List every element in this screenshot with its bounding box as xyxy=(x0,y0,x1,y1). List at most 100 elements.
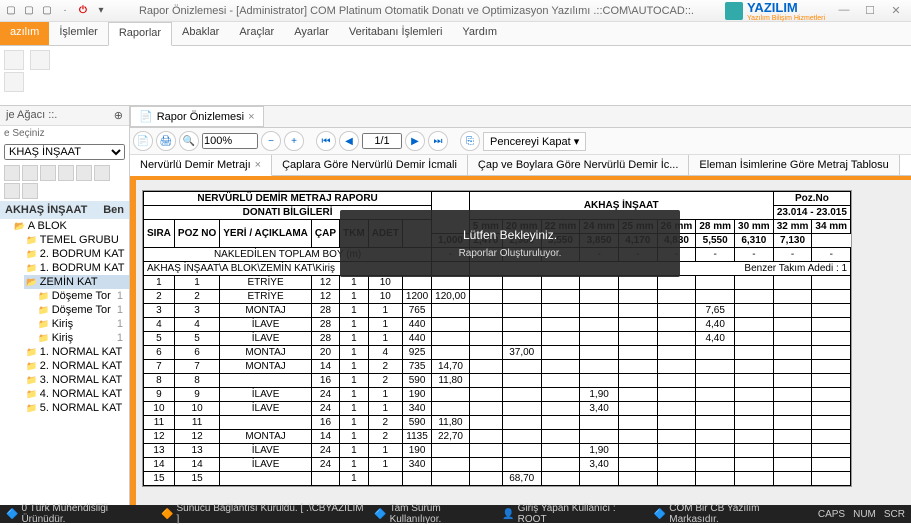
title-bar: ▢ ▢ ▢ · ⏻ ▾ Rapor Önizlemesi - [Administ… xyxy=(0,0,911,22)
prev-page-button[interactable]: ◀ xyxy=(339,131,359,151)
ribbon-tab[interactable]: Raporlar xyxy=(108,22,172,46)
report-subtab[interactable]: Nervürlü Demir Metrajı× xyxy=(130,155,272,176)
loading-text: Lütfen Bekleyiniz. xyxy=(352,228,668,242)
ribbon-tab[interactable]: Veritabanı İşlemleri xyxy=(339,22,453,45)
tool-icon[interactable] xyxy=(22,165,38,181)
report-subtabs: Nervürlü Demir Metrajı×Çaplara Göre Nerv… xyxy=(130,155,911,176)
window-title: Rapor Önizlemesi - [Administrator] COM P… xyxy=(108,5,725,17)
select-label: e Seçiniz xyxy=(0,126,129,141)
subtab-close-icon[interactable]: × xyxy=(255,159,261,171)
logo-text: YAZILIM xyxy=(747,0,798,15)
panel-header: je Ağacı ::. ⊕ xyxy=(0,106,129,126)
zoom-in-button[interactable]: + xyxy=(284,131,304,151)
logo-subtext: Yazılım Bilişim Hizmetleri xyxy=(747,15,825,22)
status-item: 🔷 COM Bir CB Yazılım Markasıdır. xyxy=(654,503,808,525)
tool-icon[interactable] xyxy=(4,165,20,181)
export-button[interactable]: ⎘ xyxy=(460,131,480,151)
caps-indicator: CAPS xyxy=(818,509,845,520)
qat-icon[interactable]: ▢ xyxy=(40,4,54,18)
tree-item[interactable]: TEMEL GRUBU xyxy=(24,233,129,247)
nav-button[interactable]: 🖨 xyxy=(156,131,176,151)
report-subtab[interactable]: Çaplara Göre Nervürlü Demir İcmali xyxy=(272,155,468,175)
qat-icon[interactable]: ▢ xyxy=(22,4,36,18)
tree-item[interactable]: Döşeme Tor1 xyxy=(36,289,129,303)
tool-icon[interactable] xyxy=(22,183,38,199)
project-select[interactable]: KHAŞ İNŞAAT xyxy=(4,144,125,160)
loading-subtext: Raporlar Oluşturuluyor. xyxy=(352,248,668,259)
status-bar: 🔷 0 Türk Mühendisliği Ürünüdür. 🔶 Sunucu… xyxy=(0,505,911,523)
left-panel: je Ağacı ::. ⊕ e Seçiniz KHAŞ İNŞAAT AKH… xyxy=(0,106,130,505)
close-window-button[interactable]: Pencereyi Kapat ▾ xyxy=(483,132,586,151)
document-tabs: 📄 Rapor Önizlemesi × xyxy=(130,106,911,128)
ribbon-tab[interactable]: Yardım xyxy=(452,22,507,45)
zoom-out-button[interactable]: − xyxy=(261,131,281,151)
tree-header-text: AKHAŞ İNŞAAT xyxy=(5,204,87,216)
minimize-button[interactable]: — xyxy=(833,4,855,17)
status-item: 🔷 Tam Sürüm Kullanılıyor. xyxy=(374,503,492,525)
status-item: 👤 Giriş Yapan Kullanıcı : ROOT xyxy=(502,503,644,525)
status-item: 🔷 0 Türk Mühendisliği Ürünüdür. xyxy=(6,503,151,525)
qat-sep: · xyxy=(58,4,72,18)
scr-indicator: SCR xyxy=(884,509,905,520)
tree-header-button[interactable]: Ben xyxy=(103,204,124,216)
tab-label: Rapor Önizlemesi xyxy=(157,111,244,123)
qat-icon[interactable]: ▢ xyxy=(4,4,18,18)
power-icon[interactable]: ⏻ xyxy=(76,4,90,18)
tree-item[interactable]: Kiriş1 xyxy=(36,317,129,331)
viewer-toolbar: 📄 🖨 🔍 − + ⏮ ◀ ▶ ⏭ ⎘ Pencereyi Kapat ▾ xyxy=(130,128,911,155)
document-tab[interactable]: 📄 Rapor Önizlemesi × xyxy=(130,106,264,127)
brand-logo: YAZILIM Yazılım Bilişim Hizmetleri xyxy=(725,0,825,22)
report-subtab[interactable]: Çap ve Boylara Göre Nervürlü Demir İc... xyxy=(468,155,690,175)
ribbon-tab[interactable]: Abaklar xyxy=(172,22,229,45)
tool-icon[interactable] xyxy=(94,165,110,181)
panel-pin-icon[interactable]: ⊕ xyxy=(114,109,123,122)
tool-icon[interactable] xyxy=(4,183,20,199)
ribbon-button[interactable] xyxy=(4,72,24,92)
close-button[interactable]: ✕ xyxy=(885,4,907,17)
page-input[interactable] xyxy=(362,133,402,149)
loading-overlay: Lütfen Bekleyiniz. Raporlar Oluşturuluyo… xyxy=(340,210,680,277)
project-tree[interactable]: A BLOKTEMEL GRUBU2. BODRUM KAT1. BODRUM … xyxy=(0,219,129,505)
nav-button[interactable]: 📄 xyxy=(133,131,153,151)
tool-icon[interactable] xyxy=(58,165,74,181)
logo-mark-icon xyxy=(725,2,743,20)
ribbon-body xyxy=(0,46,911,106)
ribbon-button[interactable] xyxy=(4,50,24,70)
tree-header: AKHAŞ İNŞAAT Ben xyxy=(0,201,129,219)
tree-item[interactable]: 1. BODRUM KAT xyxy=(24,261,129,275)
maximize-button[interactable]: ☐ xyxy=(859,4,881,17)
tree-item[interactable]: Döşeme Tor1 xyxy=(36,303,129,317)
tree-item[interactable]: 2. BODRUM KAT xyxy=(24,247,129,261)
ribbon-tab[interactable]: azılım xyxy=(0,22,49,45)
ribbon-tab[interactable]: Araçlar xyxy=(229,22,284,45)
zoom-input[interactable] xyxy=(202,133,258,149)
report-subtab[interactable]: Eleman İsimlerine Göre Metraj Tablosu xyxy=(689,155,899,175)
panel-toolstrip xyxy=(0,163,129,201)
window-buttons: — ☐ ✕ xyxy=(833,4,907,17)
ribbon-tab[interactable]: Ayarlar xyxy=(284,22,339,45)
tree-item[interactable]: 3. NORMAL KAT xyxy=(24,373,129,387)
tree-item[interactable]: 1. NORMAL KAT xyxy=(24,345,129,359)
ribbon-button[interactable] xyxy=(30,50,50,70)
quick-access-toolbar: ▢ ▢ ▢ · ⏻ ▾ xyxy=(4,4,108,18)
tool-icon[interactable] xyxy=(40,165,56,181)
report-icon: 📄 xyxy=(139,110,153,123)
first-page-button[interactable]: ⏮ xyxy=(316,131,336,151)
num-indicator: NUM xyxy=(853,509,876,520)
tool-icon[interactable] xyxy=(76,165,92,181)
last-page-button[interactable]: ⏭ xyxy=(428,131,448,151)
tab-close-icon[interactable]: × xyxy=(248,111,254,123)
tree-item[interactable]: 2. NORMAL KAT xyxy=(24,359,129,373)
content-area: 📄 Rapor Önizlemesi × 📄 🖨 🔍 − + ⏮ ◀ ▶ ⏭ ⎘… xyxy=(130,106,911,505)
tree-item[interactable]: 4. NORMAL KAT xyxy=(24,387,129,401)
nav-button[interactable]: 🔍 xyxy=(179,131,199,151)
tree-item[interactable]: 5. NORMAL KAT xyxy=(24,401,129,415)
ribbon-tabs: azılımİşlemlerRaporlarAbaklarAraçlarAyar… xyxy=(0,22,911,46)
qat-dropdown-icon[interactable]: ▾ xyxy=(94,4,108,18)
next-page-button[interactable]: ▶ xyxy=(405,131,425,151)
ribbon-tab[interactable]: İşlemler xyxy=(49,22,108,45)
status-item: 🔶 Sunucu Bağlantısı Kuruldu. [ .\CBYAZIL… xyxy=(161,503,364,525)
tree-item[interactable]: ZEMİN KAT xyxy=(24,275,129,289)
tree-item[interactable]: Kiriş1 xyxy=(36,331,129,345)
tree-item[interactable]: A BLOK xyxy=(12,219,129,233)
